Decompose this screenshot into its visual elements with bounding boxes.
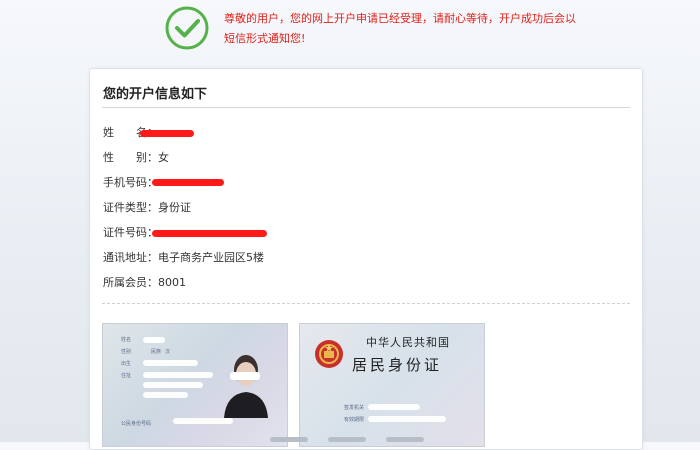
field-id-number: 证件号码： (103, 225, 158, 241)
id-front-label-ethnicity: 民族 (151, 349, 162, 355)
id-front-label-sex: 性别 (121, 349, 132, 355)
id-front-address-redaction-1 (143, 372, 213, 378)
id-number-redaction (152, 230, 267, 237)
field-member-value: 8001 (158, 276, 186, 289)
field-address-value: 电子商务产业园区5楼 (158, 251, 264, 264)
field-gender-label: 性 别： (103, 151, 158, 164)
id-back-validity-redaction (368, 416, 446, 422)
id-back-authority-redaction (368, 404, 420, 410)
id-front-label-name: 姓名 (121, 337, 132, 343)
id-front-address-redaction-3 (143, 392, 188, 398)
field-address-label: 通讯地址： (103, 251, 158, 264)
section-divider (102, 303, 630, 304)
id-back-title: 居民身份证 (352, 356, 443, 374)
field-id-type: 证件类型：身份证 (103, 200, 191, 216)
id-card-front-image: 姓名 性别 民族 汉 出生 住址 公民身份号码 (102, 323, 288, 447)
success-message: 尊敬的用户，您的网上开户申请已经受理，请耐心等待，开户成功后会以 短信形式通知您… (224, 9, 604, 49)
carousel-dot-2[interactable] (328, 437, 366, 442)
id-card-back-image: 中华人民共和国 居民身份证 签发机关 有效期限 (299, 323, 485, 447)
status-header: 尊敬的用户，您的网上开户申请已经受理，请耐心等待，开户成功后会以 短信形式通知您… (0, 0, 700, 62)
id-front-number-redaction (173, 418, 233, 424)
carousel-dot-3[interactable] (386, 437, 424, 442)
carousel-dot-1[interactable] (270, 437, 308, 442)
name-redaction (140, 130, 194, 137)
success-message-line1: 尊敬的用户，您的网上开户申请已经受理，请耐心等待，开户成功后会以 (224, 12, 576, 25)
national-emblem-icon (315, 340, 343, 368)
phone-redaction (152, 179, 224, 186)
field-phone-label: 手机号码： (103, 176, 158, 189)
account-info-card: 您的开户信息如下 姓 名： 性 别：女 手机号码： 证件类型：身份证 证件号码：… (89, 68, 643, 450)
id-front-label-birth: 出生 (121, 361, 132, 367)
success-message-line2: 短信形式通知您! (224, 32, 306, 45)
field-phone: 手机号码： (103, 175, 158, 191)
id-front-birth-redaction (143, 360, 198, 366)
field-id-type-label: 证件类型： (103, 201, 158, 214)
id-front-ethnicity-value: 汉 (165, 349, 171, 355)
card-title: 您的开户信息如下 (103, 87, 208, 102)
id-portrait-photo (224, 355, 268, 418)
id-back-label-validity: 有效期限 (344, 417, 365, 423)
field-member-label: 所属会员： (103, 276, 158, 289)
field-member: 所属会员：8001 (103, 275, 186, 291)
check-circle-icon (165, 6, 209, 50)
title-divider (102, 107, 630, 108)
id-front-label-address: 住址 (121, 373, 132, 379)
field-id-type-value: 身份证 (158, 201, 191, 214)
field-id-number-label: 证件号码： (103, 226, 158, 239)
id-back-label-authority: 签发机关 (344, 405, 365, 411)
id-front-address-redaction-2 (143, 382, 203, 388)
field-address: 通讯地址：电子商务产业园区5楼 (103, 250, 264, 266)
field-gender: 性 别：女 (103, 150, 169, 166)
id-front-label-number: 公民身份号码 (121, 421, 152, 427)
id-back-country: 中华人民共和国 (366, 336, 450, 349)
field-gender-value: 女 (158, 151, 169, 164)
id-front-name-redaction (143, 337, 165, 343)
